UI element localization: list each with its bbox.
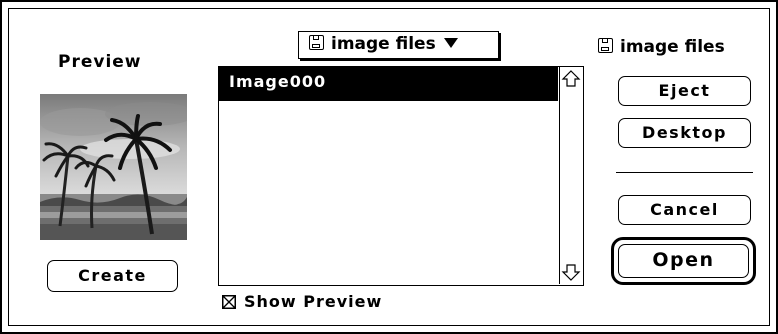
checkbox-checked-icon[interactable] [222, 295, 236, 309]
scroll-down-arrow-icon[interactable] [560, 260, 582, 284]
triangle-down-icon [443, 38, 458, 48]
preview-thumbnail [40, 94, 187, 240]
scroll-track[interactable] [560, 91, 582, 260]
volume-name-label: image files [620, 37, 725, 57]
floppy-disk-icon [598, 38, 613, 53]
file-list-item[interactable]: Image000 [219, 67, 558, 101]
volume-name: image files [598, 37, 725, 57]
eject-button[interactable]: Eject [618, 76, 751, 106]
floppy-disk-icon [309, 35, 324, 50]
palm-trees-image [40, 94, 187, 240]
create-button[interactable]: Create [47, 260, 178, 292]
scroll-up-arrow-icon[interactable] [560, 67, 582, 91]
file-list[interactable]: Image000 [218, 66, 584, 286]
file-list-content: Image000 [219, 67, 558, 284]
divider [616, 172, 753, 173]
show-preview-label: Show Preview [244, 292, 383, 311]
folder-popup-label: image files [331, 34, 436, 54]
vertical-scrollbar[interactable] [559, 67, 583, 284]
show-preview-checkbox[interactable]: Show Preview [222, 292, 382, 312]
folder-popup-menu[interactable]: image files [298, 31, 499, 59]
open-button[interactable]: Open [618, 244, 749, 278]
cancel-button[interactable]: Cancel [618, 195, 751, 225]
preview-label: Preview [58, 52, 142, 72]
desktop-button[interactable]: Desktop [618, 118, 751, 148]
